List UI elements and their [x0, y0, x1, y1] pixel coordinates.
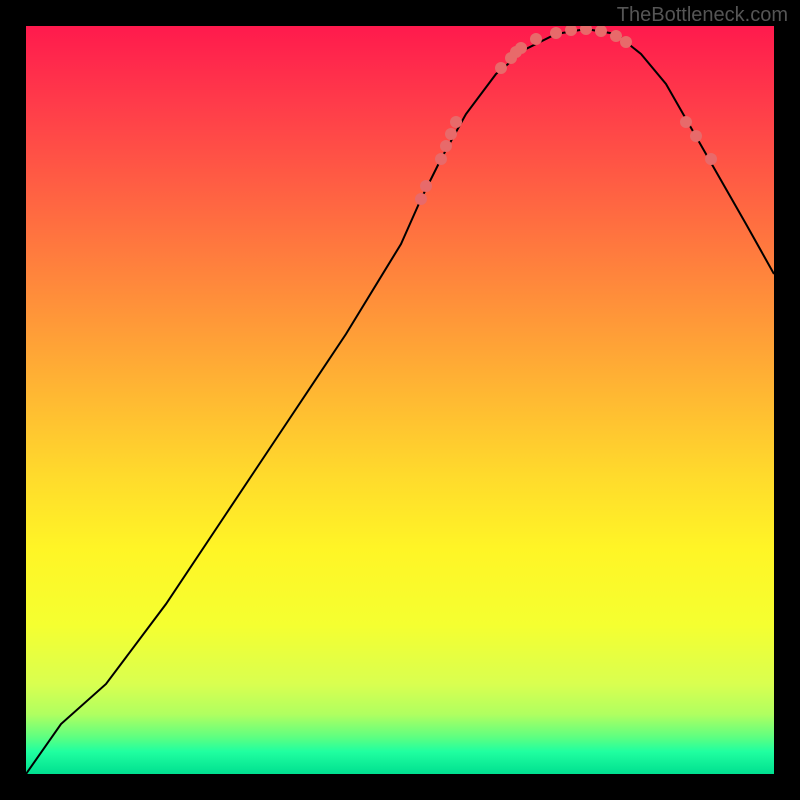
plot-background — [26, 26, 774, 774]
data-point — [620, 36, 632, 48]
data-point — [680, 116, 692, 128]
data-point — [515, 42, 527, 54]
data-point — [580, 26, 592, 35]
data-point — [435, 153, 447, 165]
data-point — [445, 128, 457, 140]
data-point — [420, 180, 432, 192]
data-point — [415, 193, 427, 205]
data-point — [690, 130, 702, 142]
watermark-text: TheBottleneck.com — [617, 4, 788, 27]
data-point — [595, 26, 607, 37]
data-point — [610, 30, 622, 42]
data-points — [415, 26, 717, 205]
data-point — [495, 62, 507, 74]
data-point — [565, 26, 577, 36]
data-point — [705, 153, 717, 165]
data-point — [450, 116, 462, 128]
curve-line — [26, 29, 774, 774]
data-point — [440, 140, 452, 152]
chart-svg — [26, 26, 774, 774]
data-point — [530, 33, 542, 45]
data-point — [550, 27, 562, 39]
